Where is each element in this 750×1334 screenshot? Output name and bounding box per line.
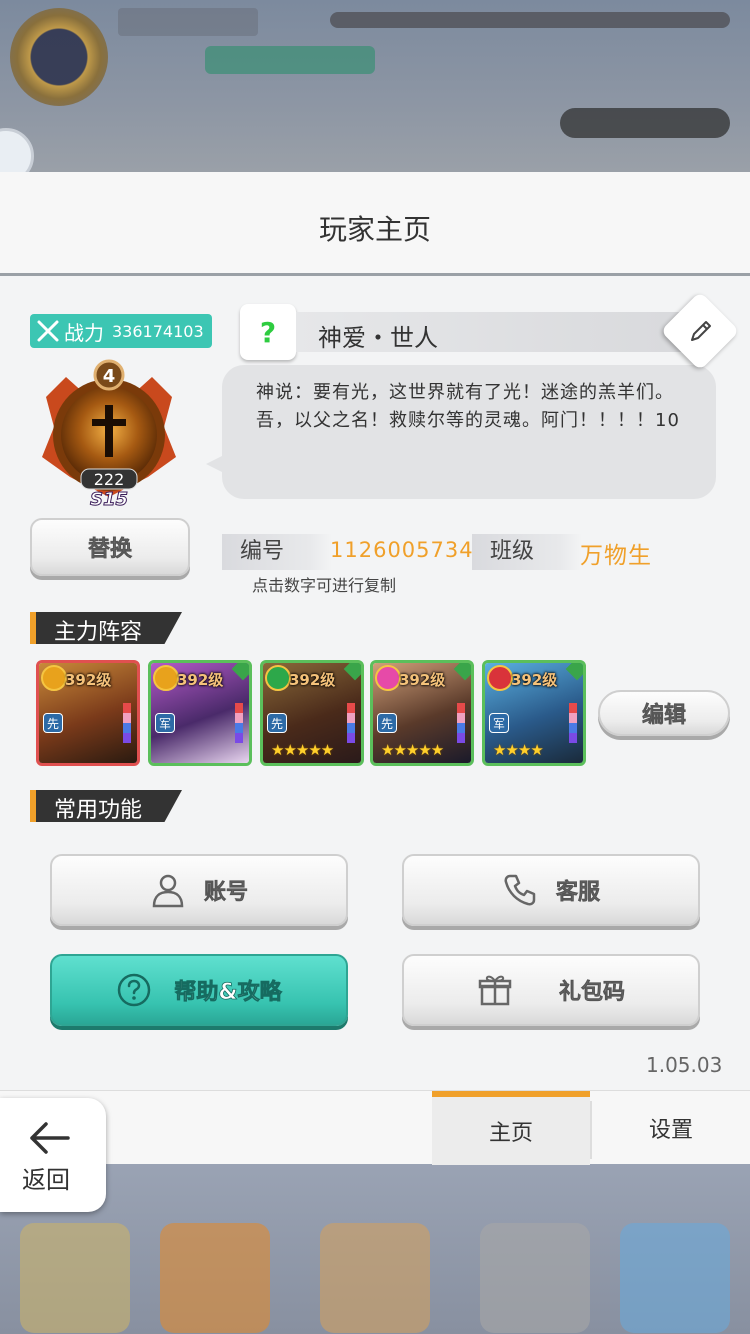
customer-service-button[interactable]: 客服 [402,854,700,926]
pencil-icon [691,321,711,341]
edit-lineup-button[interactable]: 编辑 [598,690,730,736]
id-value[interactable]: 1126005734 [330,538,474,562]
hero-stars: ★★★★★ [271,741,334,759]
version-label: 1.05.03 [646,1053,723,1077]
page-title: 玩家主页 [318,213,431,246]
hero-gems [235,703,243,743]
tab-home-label: 主页 [488,1121,533,1146]
hero-element-icon [487,665,513,691]
id-row: 编号 1126005734 班级 万物生 [222,534,682,570]
background-nav-icon [320,1223,430,1333]
section-accent [30,790,36,822]
gift-code-button[interactable]: 礼包码 [402,954,700,1026]
help-guide-button[interactable]: 帮助&攻略 [50,954,348,1026]
section-accent [30,612,36,644]
combat-power-value: 336174103 [112,321,204,341]
replace-button[interactable]: 替换 [30,518,190,576]
hero-card[interactable]: 392级 先 ★★★★★ [370,660,474,766]
hero-element-icon [375,665,401,691]
background-bottom [0,1163,750,1334]
medal-count: 222 [94,470,125,489]
hero-role: 军 [489,713,509,733]
hero-gems [569,703,577,743]
bio-bubble: 神说：要有光，这世界就有了光！迷途的羔羊们。吾，以父之名！救赎尔等的灵魂。阿门！… [222,365,716,499]
functions-section-title: 常用功能 [54,798,143,823]
id-label: 编号 [222,534,332,570]
background-nav-icon [160,1223,270,1333]
account-button[interactable]: 账号 [50,854,348,926]
arrow-left-icon [30,1122,70,1154]
background-power-bar [205,46,375,74]
replace-button-label: 替换 [87,537,133,563]
hero-gems [123,703,131,743]
gift-icon [478,975,512,1006]
medal-season: S15 [90,489,128,507]
back-button-label: 返回 [22,1166,70,1194]
phone-icon [504,874,536,906]
edit-lineup-button-label: 编辑 [641,703,687,729]
hero-element-icon [41,665,67,691]
combat-power-tag: 战力 336174103 [30,314,212,348]
background-exp-bar [330,12,730,28]
class-value: 万物生 [580,543,652,569]
tab-bar: 主页 设置 [0,1090,750,1165]
tab-settings[interactable]: 设置 [592,1091,750,1165]
copy-hint: 点击数字可进行复制 [252,576,397,595]
rank-medal: 4 222 S15 [42,359,176,507]
back-button[interactable]: 返回 [0,1098,106,1212]
back-arrow-icon [28,1120,72,1163]
functions-section-header: 常用功能 [30,790,182,823]
player-name-box: ? 神爱・世人 [240,304,710,360]
hero-role: 先 [377,713,397,733]
lineup-section-header: 主力阵容 [30,612,182,645]
background-banner [560,108,730,138]
hero-gems [347,703,355,743]
hero-card[interactable]: 392级 先 [36,660,140,766]
player-profile-panel: 玩家主页 战力 336174103 4 222 S15 ? 神爱・世人 神说：要… [0,172,750,1090]
hero-element-icon [265,665,291,691]
hero-card[interactable]: 392级 先 ★★★★★ [260,660,364,766]
background-top [0,0,750,172]
hero-gems [457,703,465,743]
gift-code-button-label: 礼包码 [558,980,626,1006]
background-avatar [10,8,108,106]
tab-settings-label: 设置 [648,1118,693,1143]
background-nav-icon [620,1223,730,1333]
background-nav-icon [480,1223,590,1333]
user-icon [152,874,184,908]
crossed-swords-icon [37,320,59,342]
combat-power-label: 战力 [64,320,104,345]
hero-role: 军 [155,713,175,733]
question-icon[interactable]: ? [240,304,296,360]
question-circle-icon [118,973,151,1007]
background-name [118,8,258,36]
help-guide-button-label: 帮助&攻略 [174,980,282,1006]
lineup-section-title: 主力阵容 [54,620,143,645]
medal-level: 4 [103,366,116,387]
title-bar: 玩家主页 [0,172,750,276]
hero-level: 392级 [177,671,224,689]
hero-level: 392级 [399,671,446,689]
hero-element-icon [153,665,179,691]
hero-role: 先 [43,713,63,733]
hero-card[interactable]: 392级 军 [148,660,252,766]
hero-role: 先 [267,713,287,733]
player-name: 神爱・世人 [318,324,438,352]
customer-service-button-label: 客服 [555,880,601,906]
hero-level: 392级 [65,671,112,689]
background-nav-icon [20,1223,130,1333]
hero-stars: ★★★★★ [381,741,444,759]
account-button-label: 账号 [203,880,249,906]
tab-home[interactable]: 主页 [432,1091,590,1165]
class-label: 班级 [472,534,582,570]
hero-card[interactable]: 392级 军 ★★★★ [482,660,586,766]
hero-stars: ★★★★ [493,741,544,759]
hero-level: 392级 [511,671,558,689]
hero-level: 392级 [289,671,336,689]
